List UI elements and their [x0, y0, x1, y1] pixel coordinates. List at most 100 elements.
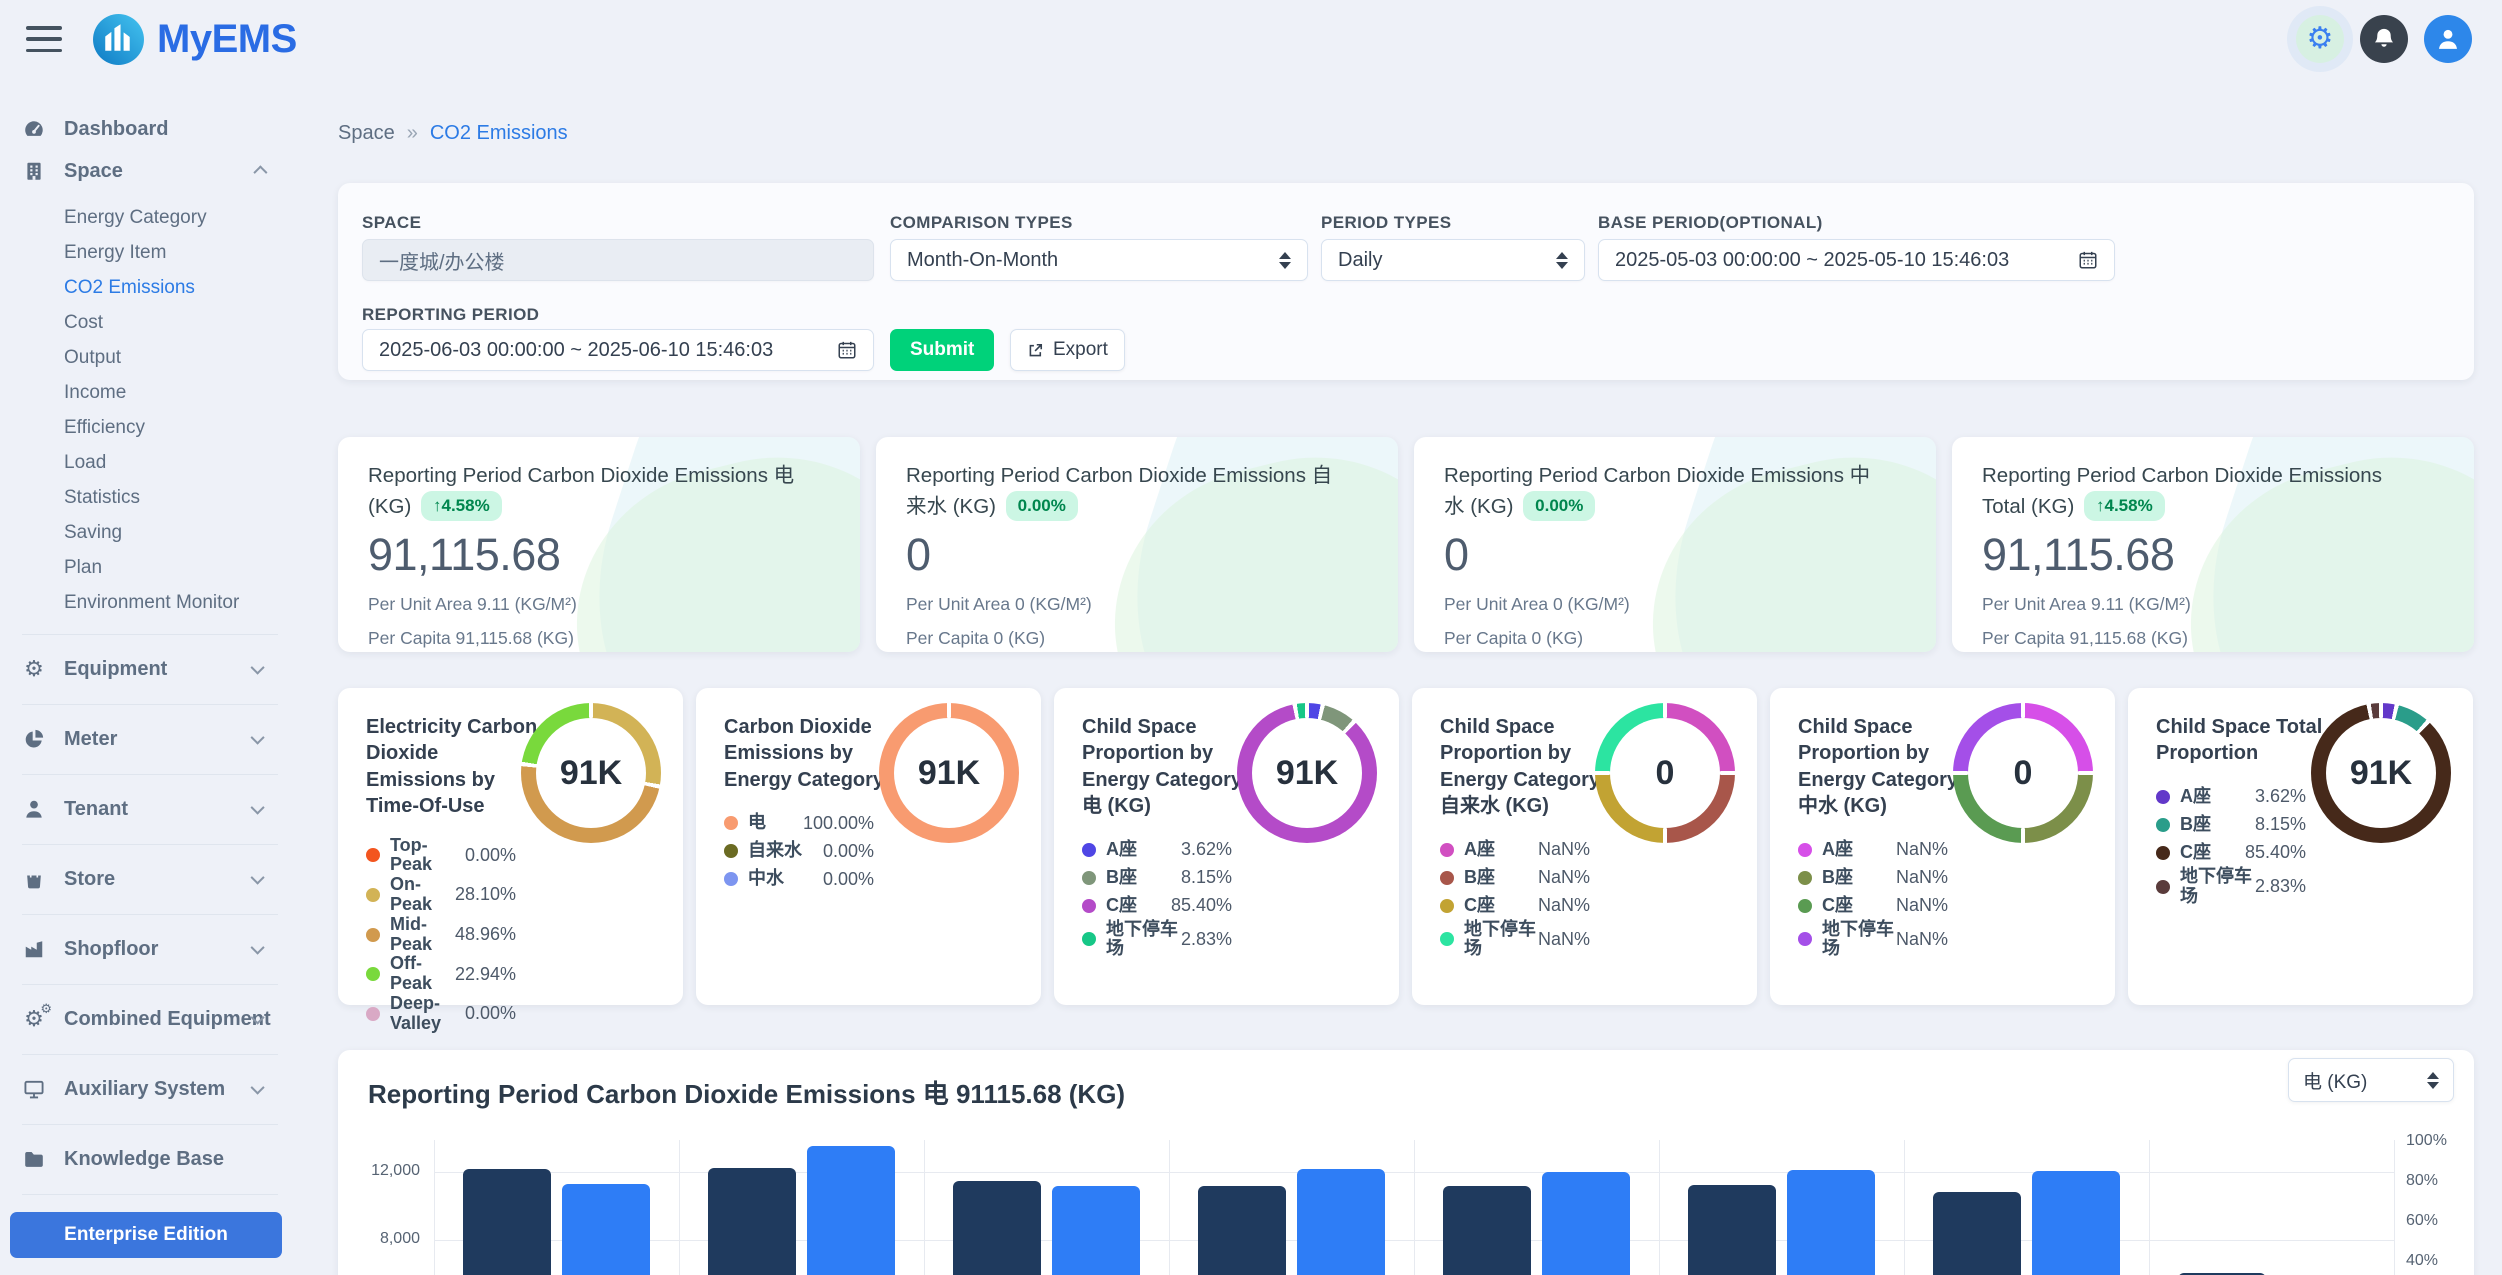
chevron-down-icon — [251, 1081, 265, 1095]
sidebar-item-tenant[interactable]: Tenant — [22, 774, 278, 830]
stat-card-4: Reporting Period Carbon Dioxide Emission… — [1952, 437, 2474, 652]
legend-item-b座[interactable]: B座NaN% — [1440, 864, 1590, 892]
legend-label: C座 — [1106, 896, 1171, 916]
legend-dot-icon — [1082, 932, 1096, 946]
sidebar-subitem-output[interactable]: Output — [64, 340, 278, 375]
stat-cards-row: Reporting Period Carbon Dioxide Emission… — [338, 437, 2474, 652]
sidebar-subitem-environment-monitor[interactable]: Environment Monitor — [64, 585, 278, 620]
legend-item-off-peak[interactable]: Off-Peak22.94% — [366, 954, 516, 994]
base-period-datepicker[interactable]: 2025-05-03 00:00:00 ~ 2025-05-10 15:46:0… — [1598, 239, 2115, 281]
bar-reporting-period-day6 — [1787, 1170, 1875, 1275]
reporting-period-label: REPORTING PERIOD — [362, 305, 539, 325]
donut-center-value: 91K — [560, 754, 622, 793]
legend-label: 地下停车场 — [1464, 920, 1538, 960]
sidebar-item-dashboard[interactable]: Dashboard — [22, 108, 278, 150]
legend-item-deep-valley[interactable]: Deep-Valley0.00% — [366, 994, 516, 1034]
energy-category-select[interactable]: 电 (KG) — [2288, 1058, 2454, 1102]
sidebar-subitem-co2-emissions[interactable]: CO2 Emissions — [64, 270, 278, 305]
legend-item-b座[interactable]: B座8.15% — [1082, 864, 1232, 892]
sidebar: DashboardSpaceEnergy CategoryEnergy Item… — [0, 78, 292, 1275]
legend-item-c座[interactable]: C座85.40% — [2156, 839, 2306, 867]
sidebar-item-equipment[interactable]: ⚙Equipment — [22, 634, 278, 690]
legend-dot-icon — [1082, 871, 1096, 885]
sidebar-item-combined-equipment[interactable]: ⚙⚙Combined Equipment — [22, 984, 278, 1040]
sidebar-subitem-label: Load — [64, 452, 106, 474]
per-unit-area-text: Per Unit Area 9.11 (KG/M²) — [368, 594, 830, 615]
sidebar-item-shopfloor[interactable]: Shopfloor — [22, 914, 278, 970]
legend-item-c座[interactable]: C座NaN% — [1440, 892, 1590, 920]
period-types-select[interactable]: Daily — [1321, 239, 1585, 281]
donut-card-title: Child Space Proportion by Energy Categor… — [1798, 714, 1970, 820]
stat-card-3: Reporting Period Carbon Dioxide Emission… — [1414, 437, 1936, 652]
secondary-axis-tick: 80% — [2406, 1172, 2438, 1190]
sidebar-subitem-energy-item[interactable]: Energy Item — [64, 235, 278, 270]
sidebar-subitem-cost[interactable]: Cost — [64, 305, 278, 340]
legend-item-地下停车场[interactable]: 地下停车场2.83% — [2156, 867, 2306, 907]
donut-legend: A座NaN%B座NaN%C座NaN%地下停车场NaN% — [1798, 836, 1948, 960]
sidebar-subitem-plan[interactable]: Plan — [64, 550, 278, 585]
comparison-types-select[interactable]: Month-On-Month — [890, 239, 1308, 281]
legend-item-a座[interactable]: A座3.62% — [1082, 836, 1232, 864]
breadcrumb-space-link[interactable]: Space — [338, 122, 395, 145]
sidebar-subitem-label: Output — [64, 347, 121, 369]
chevron-down-icon — [251, 871, 265, 885]
sidebar-subitem-load[interactable]: Load — [64, 445, 278, 480]
legend-label: 地下停车场 — [1106, 920, 1181, 960]
legend-item-c座[interactable]: C座NaN% — [1798, 892, 1948, 920]
sidebar-item-meter[interactable]: Meter — [22, 704, 278, 760]
donut-chart: 91K — [879, 703, 1019, 843]
sidebar-subitem-income[interactable]: Income — [64, 375, 278, 410]
legend-item-top-peak[interactable]: Top-Peak0.00% — [366, 836, 516, 876]
myems-logo[interactable]: MyEMS — [92, 13, 297, 66]
legend-item-地下停车场[interactable]: 地下停车场NaN% — [1798, 920, 1948, 960]
legend-item-地下停车场[interactable]: 地下停车场2.83% — [1082, 920, 1232, 960]
donut-legend: Top-Peak0.00%On-Peak28.10%Mid-Peak48.96%… — [366, 836, 516, 1034]
legend-dot-icon — [2156, 880, 2170, 894]
sidebar-subitem-efficiency[interactable]: Efficiency — [64, 410, 278, 445]
legend-label: Top-Peak — [390, 836, 465, 876]
legend-value: 0.00% — [823, 869, 874, 890]
submit-button[interactable]: Submit — [890, 329, 994, 371]
per-unit-area-text: Per Unit Area 0 (KG/M²) — [906, 594, 1368, 615]
legend-item-地下停车场[interactable]: 地下停车场NaN% — [1440, 920, 1590, 960]
legend-item-c座[interactable]: C座85.40% — [1082, 892, 1232, 920]
legend-label: 电 — [748, 813, 803, 833]
change-badge: 0.00% — [1523, 491, 1595, 522]
legend-item-mid-peak[interactable]: Mid-Peak48.96% — [366, 915, 516, 955]
legend-dot-icon — [2156, 790, 2170, 804]
legend-item-自来水[interactable]: 自来水0.00% — [724, 837, 874, 865]
sidebar-item-space[interactable]: SpaceEnergy CategoryEnergy ItemCO2 Emiss… — [22, 150, 278, 620]
legend-item-on-peak[interactable]: On-Peak28.10% — [366, 875, 516, 915]
legend-item-b座[interactable]: B座NaN% — [1798, 864, 1948, 892]
sidebar-subitem-statistics[interactable]: Statistics — [64, 480, 278, 515]
space-input[interactable]: 一度城/办公楼 — [362, 239, 874, 281]
bar-base-period-day2 — [708, 1168, 796, 1275]
legend-label: A座 — [1822, 840, 1896, 860]
legend-item-a座[interactable]: A座NaN% — [1798, 836, 1948, 864]
legend-item-a座[interactable]: A座NaN% — [1440, 836, 1590, 864]
enterprise-edition-button[interactable]: Enterprise Edition — [10, 1212, 282, 1258]
sidebar-subitem-energy-category[interactable]: Energy Category — [64, 200, 278, 235]
legend-item-电[interactable]: 电100.00% — [724, 809, 874, 837]
legend-item-b座[interactable]: B座8.15% — [2156, 811, 2306, 839]
sidebar-subitem-label: Efficiency — [64, 417, 145, 439]
bar-reporting-period-day5 — [1542, 1172, 1630, 1275]
sidebar-item-knowledge-base[interactable]: Knowledge Base — [22, 1124, 278, 1180]
sidebar-item-auxiliary-system[interactable]: Auxiliary System — [22, 1054, 278, 1110]
legend-dot-icon — [724, 872, 738, 886]
hamburger-menu-icon[interactable] — [26, 26, 62, 52]
reporting-period-datepicker[interactable]: 2025-06-03 00:00:00 ~ 2025-06-10 15:46:0… — [362, 329, 874, 371]
donut-chart: 91K — [2311, 703, 2451, 843]
sidebar-subitem-saving[interactable]: Saving — [64, 515, 278, 550]
legend-label: 自来水 — [748, 841, 823, 861]
legend-label: B座 — [1822, 868, 1896, 888]
bar-base-period-day6 — [1688, 1185, 1776, 1275]
donut-legend: A座NaN%B座NaN%C座NaN%地下停车场NaN% — [1440, 836, 1590, 960]
legend-item-a座[interactable]: A座3.62% — [2156, 783, 2306, 811]
export-button[interactable]: Export — [1010, 329, 1125, 371]
sidebar-subitem-label: Income — [64, 382, 126, 404]
stat-card-value: 91,115.68 — [1982, 529, 2444, 581]
legend-item-中水[interactable]: 中水0.00% — [724, 865, 874, 893]
base-period-value: 2025-05-03 00:00:00 ~ 2025-05-10 15:46:0… — [1615, 249, 2009, 272]
sidebar-item-store[interactable]: Store — [22, 844, 278, 900]
